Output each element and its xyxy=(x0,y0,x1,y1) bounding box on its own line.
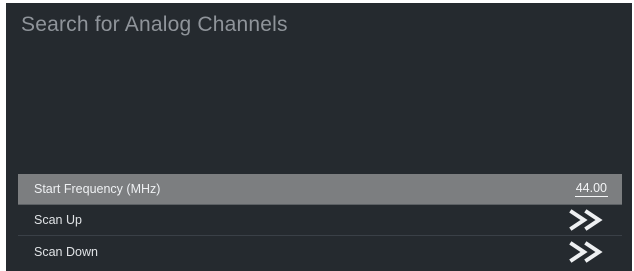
start-frequency-field[interactable]: 44.00 xyxy=(574,181,608,197)
scan-down-label: Scan Down xyxy=(34,244,98,259)
double-chevron-right-icon[interactable] xyxy=(568,209,608,231)
double-chevron-right-icon[interactable] xyxy=(568,240,608,263)
page-title: Search for Analog Channels xyxy=(21,13,288,36)
analog-search-menu: Start Frequency (MHz) 44.00 Scan Up Scan… xyxy=(18,174,622,267)
tv-menu-screen: Search for Analog Channels Start Frequen… xyxy=(6,3,632,271)
scan-down-row[interactable]: Scan Down xyxy=(18,236,622,267)
scan-up-row[interactable]: Scan Up xyxy=(18,205,622,236)
start-frequency-row[interactable]: Start Frequency (MHz) 44.00 xyxy=(18,174,622,205)
scan-up-label: Scan Up xyxy=(34,213,82,227)
start-frequency-label: Start Frequency (MHz) xyxy=(34,182,161,196)
